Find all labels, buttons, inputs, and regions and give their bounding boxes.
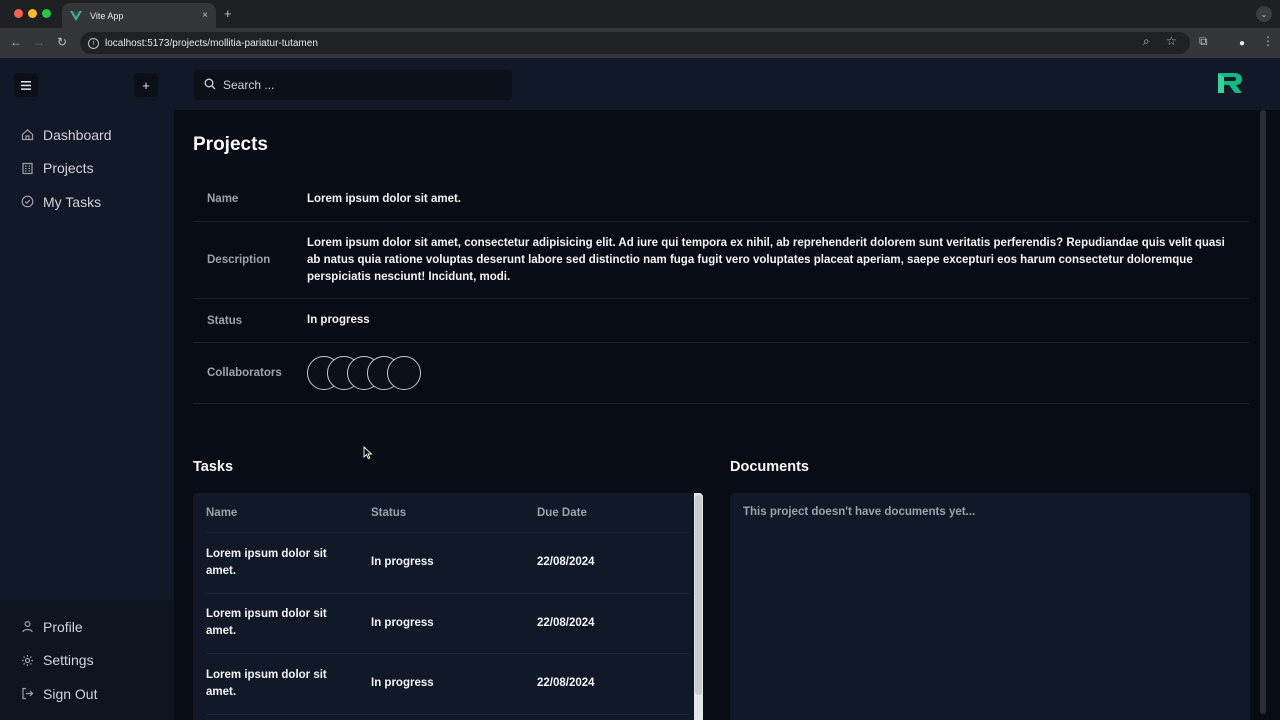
url-text: localhost:5173/projects/mollitia-pariatu… bbox=[105, 37, 318, 49]
name-label: Name bbox=[207, 193, 239, 205]
sidebar-nav: Dashboard Projects My Tasks bbox=[0, 110, 174, 219]
name-value: Lorem ipsum dolor sit amet. bbox=[307, 192, 461, 205]
task-status: In progress bbox=[371, 677, 434, 690]
task-name: Lorem ipsum dolor sit amet. bbox=[206, 668, 327, 698]
sidebar-item-projects[interactable]: Projects bbox=[0, 152, 174, 186]
sidebar-item-label: Dashboard bbox=[43, 126, 112, 143]
description-label: Description bbox=[207, 254, 271, 266]
task-name: Lorem ipsum dolor sit amet. bbox=[206, 547, 327, 577]
extensions-icon[interactable]: ⧉ bbox=[1199, 34, 1208, 49]
tab-search-chevron-icon[interactable]: ⌄ bbox=[1256, 6, 1272, 22]
column-header-status: Status bbox=[371, 506, 407, 519]
sidebar-item-label: Profile bbox=[43, 618, 83, 635]
reload-icon[interactable]: ↻ bbox=[57, 35, 67, 49]
gear-icon bbox=[20, 653, 34, 667]
add-button[interactable]: + bbox=[134, 73, 158, 97]
status-label: Status bbox=[207, 314, 243, 327]
sign-out-icon bbox=[20, 687, 34, 701]
sidebar-item-settings[interactable]: Settings bbox=[0, 644, 174, 678]
documents-empty-message: This project doesn't have documents yet.… bbox=[743, 506, 976, 518]
new-tab-button[interactable]: + bbox=[224, 6, 232, 21]
profile-avatar-icon[interactable]: ● bbox=[1234, 35, 1250, 51]
building-icon bbox=[20, 161, 34, 175]
collaborators-label: Collaborators bbox=[207, 367, 282, 379]
minimize-window-button[interactable] bbox=[28, 9, 37, 18]
task-name: Lorem ipsum dolor sit amet. bbox=[206, 608, 327, 638]
task-due-date: 22/08/2024 bbox=[537, 677, 595, 690]
search-placeholder: Search ... bbox=[223, 78, 275, 92]
sidebar-item-label: Sign Out bbox=[43, 685, 98, 702]
detail-row-name: Name Lorem ipsum dolor sit amet. bbox=[193, 177, 1249, 222]
collaborator-avatars bbox=[307, 356, 437, 390]
documents-panel: This project doesn't have documents yet.… bbox=[730, 493, 1250, 720]
url-field[interactable]: i localhost:5173/projects/mollitia-paria… bbox=[80, 32, 1190, 54]
tasks-title: Tasks bbox=[193, 459, 234, 475]
task-due-date: 22/08/2024 bbox=[537, 556, 595, 569]
main-content: Projects Name Lorem ipsum dolor sit amet… bbox=[174, 110, 1268, 720]
forward-arrow-icon[interactable]: → bbox=[33, 35, 45, 49]
sidebar-footer: Profile Settings Sign Out bbox=[0, 600, 174, 720]
site-info-icon[interactable]: i bbox=[88, 37, 99, 49]
search-icon bbox=[204, 78, 216, 93]
sidebar-item-dashboard[interactable]: Dashboard bbox=[0, 118, 174, 152]
sidebar-item-label: Projects bbox=[43, 160, 94, 177]
table-row[interactable]: Lorem ipsum dolor sit amet. In progress … bbox=[206, 654, 690, 715]
collaborator-avatar[interactable] bbox=[387, 356, 421, 390]
sidebar-item-sign-out[interactable]: Sign Out bbox=[0, 677, 174, 711]
sidebar-item-profile[interactable]: Profile bbox=[0, 610, 174, 644]
search-input[interactable]: Search ... bbox=[194, 70, 512, 100]
sidebar: + Dashboard Projects My Tasks Profile Se… bbox=[0, 58, 174, 720]
top-bar: Search ... bbox=[174, 58, 1280, 110]
app-root: + Dashboard Projects My Tasks Profile Se… bbox=[0, 58, 1280, 720]
back-arrow-icon[interactable]: ← bbox=[10, 35, 22, 49]
task-status: In progress bbox=[371, 616, 434, 629]
status-value: In progress bbox=[307, 314, 370, 326]
tab-title: Vite App bbox=[90, 10, 124, 21]
table-row[interactable]: Lorem ipsum dolor sit amet. In progress … bbox=[206, 533, 690, 594]
browser-address-bar: ← → ↻ i localhost:5173/projects/mollitia… bbox=[0, 28, 1280, 58]
sidebar-item-my-tasks[interactable]: My Tasks bbox=[0, 185, 174, 219]
sidebar-item-label: My Tasks bbox=[43, 193, 102, 210]
menu-toggle-button[interactable] bbox=[14, 73, 38, 97]
documents-title: Documents bbox=[730, 459, 809, 475]
task-due-date: 22/08/2024 bbox=[537, 616, 595, 629]
sidebar-item-label: Settings bbox=[43, 652, 94, 669]
column-header-due-date: Due Date bbox=[537, 506, 587, 519]
home-icon bbox=[20, 128, 34, 142]
detail-row-collaborators: Collaborators bbox=[193, 343, 1249, 404]
detail-row-status: Status In progress bbox=[193, 299, 1249, 343]
page-title: Projects bbox=[193, 134, 268, 155]
detail-row-description: Description Lorem ipsum dolor sit amet, … bbox=[193, 222, 1249, 299]
table-row[interactable]: Lorem ipsum dolor sit amet. In progress … bbox=[206, 594, 690, 654]
brand-logo-icon[interactable] bbox=[1218, 72, 1244, 94]
description-value: Lorem ipsum dolor sit amet, consectetur … bbox=[307, 236, 1225, 283]
tasks-scrollbar-thumb[interactable] bbox=[695, 495, 702, 695]
tab-close-icon[interactable]: × bbox=[202, 10, 208, 21]
tasks-table: Name Status Due Date Lorem ipsum dolor s… bbox=[193, 493, 703, 720]
close-window-button[interactable] bbox=[14, 9, 23, 18]
page-scrollbar[interactable] bbox=[1260, 110, 1266, 714]
column-header-name: Name bbox=[206, 506, 238, 519]
tasks-scrollbar[interactable] bbox=[694, 493, 703, 720]
task-status: In progress bbox=[371, 556, 434, 569]
check-circle-icon bbox=[20, 195, 34, 209]
user-icon bbox=[20, 620, 34, 634]
zoom-icon[interactable]: ⌕ bbox=[1143, 34, 1150, 49]
vite-logo-icon bbox=[70, 10, 82, 21]
mouse-cursor-icon bbox=[363, 446, 373, 460]
hamburger-icon bbox=[21, 80, 31, 90]
browser-tab-bar: Vite App × + ⌄ bbox=[0, 0, 1280, 28]
table-header: Name Status Due Date bbox=[206, 493, 690, 533]
maximize-window-button[interactable] bbox=[42, 9, 51, 18]
bookmark-star-icon[interactable]: ☆ bbox=[1166, 34, 1177, 48]
sidebar-header: + bbox=[0, 58, 174, 110]
browser-tab[interactable]: Vite App × bbox=[62, 3, 216, 28]
kebab-menu-icon[interactable]: ⋮ bbox=[1262, 34, 1274, 48]
